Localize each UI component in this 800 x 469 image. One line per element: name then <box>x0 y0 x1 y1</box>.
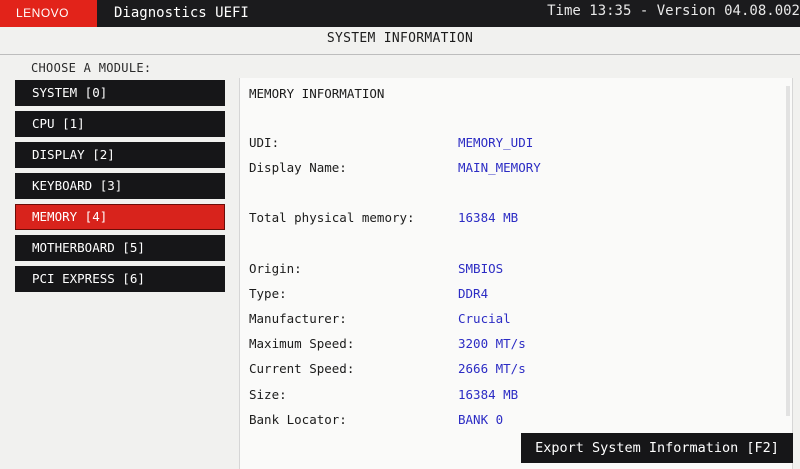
module-memory[interactable]: MEMORY [4] <box>15 204 225 230</box>
info-label: Maximum Speed: <box>249 336 355 351</box>
module-cpu[interactable]: CPU [1] <box>15 111 225 137</box>
info-value: SMBIOS <box>458 261 504 276</box>
title-divider <box>0 54 800 55</box>
info-value: 2666 MT/s <box>458 361 526 376</box>
info-label: Display Name: <box>249 160 347 175</box>
export-system-info-button[interactable]: Export System Information [F2] <box>521 433 793 463</box>
section-title: MEMORY INFORMATION <box>249 86 385 101</box>
info-value: 3200 MT/s <box>458 336 526 351</box>
info-label: Origin: <box>249 261 302 276</box>
module-pci-express[interactable]: PCI EXPRESS [6] <box>15 266 225 292</box>
info-label: Bank Locator: <box>249 412 347 427</box>
info-label: Type: <box>249 286 287 301</box>
info-label: Current Speed: <box>249 361 355 376</box>
module-display[interactable]: DISPLAY [2] <box>15 142 225 168</box>
info-label: Size: <box>249 387 287 402</box>
page-title: SYSTEM INFORMATION <box>326 31 474 46</box>
choose-module-label: CHOOSE A MODULE: <box>31 61 152 75</box>
memory-info-panel[interactable]: MEMORY INFORMATION UDI: MEMORY_UDI Displ… <box>239 78 793 469</box>
info-value: MAIN_MEMORY <box>458 160 541 175</box>
app-title: Diagnostics UEFI <box>114 5 249 21</box>
info-value: DDR4 <box>458 286 489 301</box>
lenovo-logo: LENOVO <box>0 0 97 27</box>
scrollbar[interactable] <box>786 86 790 416</box>
module-keyboard[interactable]: KEYBOARD [3] <box>15 173 225 199</box>
info-value: Crucial <box>458 311 511 326</box>
info-label: UDI: <box>249 135 280 150</box>
info-value: 16384 MB <box>458 210 519 225</box>
module-list: SYSTEM [0] CPU [1] DISPLAY [2] KEYBOARD … <box>15 80 225 297</box>
info-label: Total physical memory: <box>249 210 415 225</box>
module-system[interactable]: SYSTEM [0] <box>15 80 225 106</box>
module-motherboard[interactable]: MOTHERBOARD [5] <box>15 235 225 261</box>
info-value: 16384 MB <box>458 387 519 402</box>
time-version-status: Time 13:35 - Version 04.08.002 <box>547 3 800 19</box>
info-value: BANK 0 <box>458 412 504 427</box>
top-bar: LENOVO Diagnostics UEFI Time 13:35 - Ver… <box>0 0 800 27</box>
info-label: Manufacturer: <box>249 311 347 326</box>
info-value: MEMORY_UDI <box>458 135 534 150</box>
